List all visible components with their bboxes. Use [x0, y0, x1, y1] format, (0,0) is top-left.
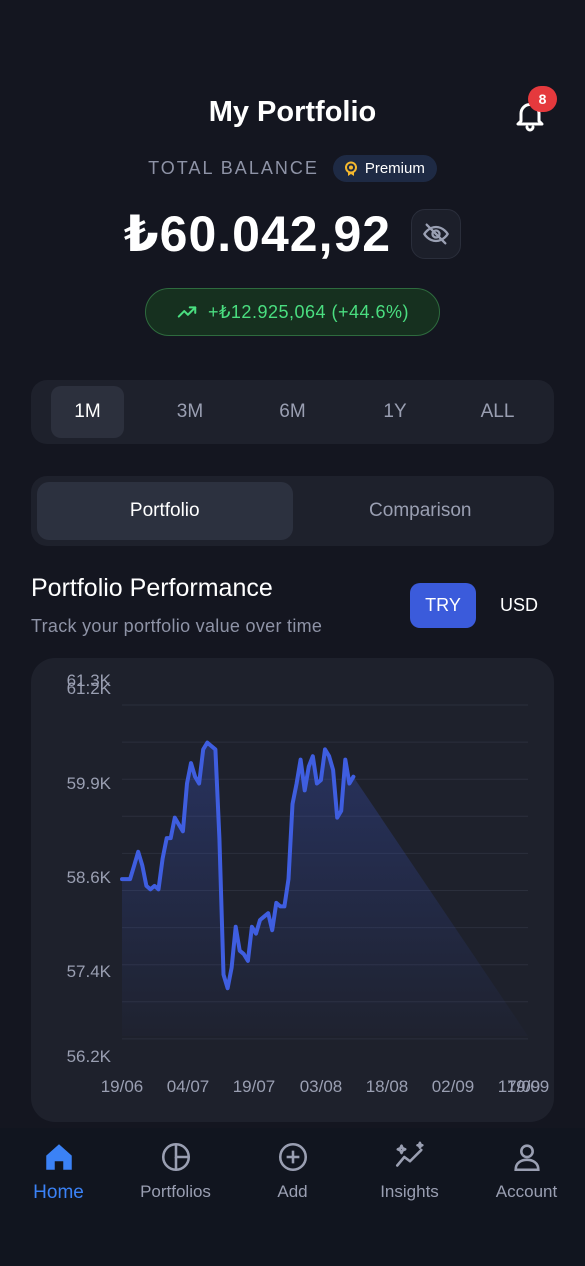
nav-add-label: Add	[277, 1182, 308, 1201]
area-fill	[122, 742, 528, 1036]
performance-chart: 61.3K 61.2K 59.9K 58.6K 57.4K 56.2K 19/06 04/07…	[31, 658, 554, 1122]
tab-portfolio[interactable]: Portfolio	[37, 482, 293, 540]
nav-account-label: Account	[495, 1182, 558, 1201]
hide-balance-button[interactable]	[411, 209, 462, 259]
balance-label: TOTAL BALANCE	[148, 158, 319, 178]
y-tick-label: 58.6K	[67, 868, 112, 887]
pie-chart-icon	[161, 1142, 190, 1172]
nav-portfolios-label: Portfolios	[140, 1182, 211, 1201]
bottom-nav: Home Portfolios Add Insights Account	[0, 1128, 585, 1266]
page-title: My Portfolio	[208, 96, 377, 128]
sparkle-trend-icon	[395, 1141, 424, 1167]
user-icon	[513, 1144, 540, 1172]
range-3m[interactable]: 3M	[154, 386, 227, 438]
trending-up-icon	[177, 306, 197, 318]
range-1y[interactable]: 1Y	[359, 386, 432, 438]
performance-subtitle: Track your portfolio value over time	[31, 616, 323, 636]
x-tick-label: 18/08	[366, 1077, 409, 1096]
x-tick-label: 19/06	[101, 1077, 144, 1096]
nav-home-label: Home	[33, 1182, 84, 1203]
x-tick-label: 19/07	[233, 1077, 276, 1096]
gain-badge: +₺12.925,064 (+44.6%)	[145, 288, 440, 336]
balance-amount: ₺60.042,92	[123, 206, 392, 262]
premium-label: Premium	[364, 160, 425, 177]
notification-badge: 8	[528, 86, 557, 112]
range-all[interactable]: ALL	[461, 386, 534, 438]
y-tick-label: 56.2K	[67, 1047, 112, 1066]
medal-icon	[344, 161, 357, 176]
performance-title: Portfolio Performance	[31, 574, 273, 602]
nav-insights-label: Insights	[380, 1182, 439, 1201]
currency-try-button[interactable]: TRY	[410, 583, 476, 628]
gain-value: +₺12.925,064 (+44.6%)	[207, 301, 410, 322]
currency-usd-button[interactable]: USD	[486, 583, 552, 628]
tab-comparison[interactable]: Comparison	[293, 482, 549, 540]
y-tick-label: 61.2K	[67, 679, 112, 698]
plus-circle-icon	[278, 1142, 307, 1172]
range-6m[interactable]: 6M	[256, 386, 329, 438]
x-tick-label: 04/07	[167, 1077, 210, 1096]
time-range-selector: 1M 3M 6M 1Y ALL	[31, 380, 554, 444]
y-tick-label: 59.9K	[67, 774, 112, 793]
x-tick-label: 19/09	[507, 1077, 550, 1096]
nav-account[interactable]: Account	[468, 1128, 585, 1266]
chart-svg: 61.3K61.2K59.9K58.6K57.4K56.2K19/06 04/07…	[67, 671, 550, 1096]
eye-off-icon	[423, 223, 449, 245]
view-tabs: Portfolio Comparison	[31, 476, 554, 546]
nav-add[interactable]: Add	[234, 1128, 351, 1266]
nav-portfolios[interactable]: Portfolios	[117, 1128, 234, 1266]
x-tick-label: 02/09	[432, 1077, 475, 1096]
y-tick-label: 57.4K	[67, 962, 112, 981]
nav-home[interactable]: Home	[0, 1128, 117, 1266]
home-icon	[45, 1144, 72, 1170]
nav-insights[interactable]: Insights	[351, 1128, 468, 1266]
x-tick-label: 03/08	[300, 1077, 343, 1096]
range-1m[interactable]: 1M	[51, 386, 124, 438]
premium-badge: Premium	[332, 155, 437, 182]
